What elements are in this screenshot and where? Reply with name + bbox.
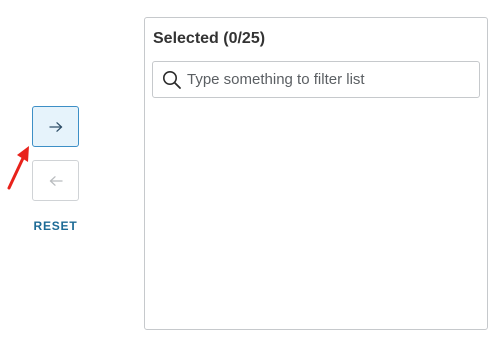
selected-items-list[interactable] bbox=[146, 104, 486, 328]
arrow-left-icon bbox=[49, 175, 63, 186]
selected-list-panel: Selected (0/25) bbox=[144, 17, 488, 330]
search-icon bbox=[163, 71, 181, 89]
filter-search-box[interactable] bbox=[152, 61, 480, 98]
arrow-right-icon bbox=[48, 121, 62, 132]
panel-title: Selected (0/25) bbox=[153, 30, 266, 47]
filter-input[interactable] bbox=[187, 63, 473, 96]
move-right-button[interactable] bbox=[32, 106, 79, 147]
move-left-button[interactable] bbox=[32, 160, 79, 201]
reset-button[interactable]: RESET bbox=[32, 219, 79, 233]
annotation-arrow-icon bbox=[7, 146, 29, 190]
